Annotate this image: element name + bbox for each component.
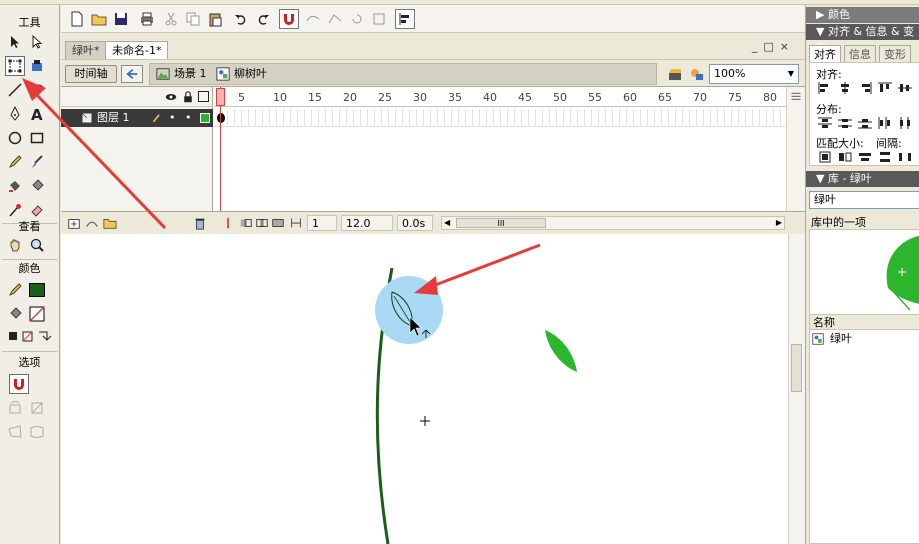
color-panel-header[interactable]: ▶ 颜色 (806, 7, 919, 23)
green-leaf[interactable] (545, 330, 577, 372)
match-both-icon[interactable] (858, 151, 872, 163)
distribute-bottom-icon[interactable] (858, 117, 872, 129)
distribute-buttons (818, 117, 912, 129)
tab-transform[interactable]: 变形 (879, 45, 911, 63)
align-label: 对齐: (816, 68, 842, 81)
right-panels: ▶ 颜色 ▼ 对齐 & 信息 & 变形 对齐 信息 变形 对齐: 分布: 匹配大… (805, 5, 919, 544)
registration-point (420, 416, 430, 426)
library-item[interactable]: 绿叶 (810, 331, 919, 347)
library-list: 名称 绿叶 (809, 314, 919, 544)
align-panel-body: 对齐: 分布: 匹配大小: 间隔: (809, 62, 919, 166)
distribute-top-icon[interactable] (818, 117, 832, 129)
align-top-icon[interactable] (878, 82, 892, 94)
match-size-buttons (818, 151, 912, 163)
library-select[interactable]: 绿叶 (809, 191, 919, 209)
match-width-icon[interactable] (818, 151, 832, 163)
align-middle-icon[interactable] (898, 82, 912, 94)
align-panel-header[interactable]: ▼ 对齐 & 信息 & 变形 (806, 24, 919, 54)
align-tabs: 对齐 信息 变形 (806, 45, 919, 63)
library-leaf-preview (886, 236, 919, 311)
stage-artwork (22, 78, 577, 544)
tab-align[interactable]: 对齐 (809, 45, 841, 63)
tab-info[interactable]: 信息 (844, 45, 876, 63)
annotation-arrow (429, 243, 541, 289)
library-select-value: 绿叶 (814, 193, 836, 206)
library-panel-header[interactable]: ▼ 库 - 绿叶 (806, 171, 919, 187)
color-panel-title: 颜色 (827, 8, 850, 21)
match-height-icon[interactable] (838, 151, 852, 163)
distribute-label: 分布: (816, 103, 842, 116)
name-column-header[interactable]: 名称 (810, 315, 919, 330)
library-item-count: 库中的一项 (811, 216, 866, 229)
align-left-icon[interactable] (818, 82, 832, 94)
annotation-arrowhead (22, 78, 46, 101)
align-buttons (818, 82, 912, 94)
distribute-left-icon[interactable] (878, 117, 892, 129)
graphic-symbol-icon (812, 333, 824, 345)
align-center-icon[interactable] (838, 82, 852, 94)
library-item-name: 绿叶 (830, 332, 852, 345)
distribute-vcenter-icon[interactable] (838, 117, 852, 129)
align-right-icon[interactable] (858, 82, 872, 94)
spacing-label: 间隔: (876, 137, 902, 150)
match-size-label: 匹配大小: (816, 137, 864, 150)
library-panel-title: 库 - 绿叶 (827, 172, 872, 185)
space-evenly-vertical-icon[interactable] (878, 151, 892, 163)
library-preview (809, 229, 919, 315)
annotation-arrow (32, 90, 167, 230)
space-evenly-horizontal-icon[interactable] (898, 151, 912, 163)
distribute-hcenter-icon[interactable] (898, 117, 912, 129)
